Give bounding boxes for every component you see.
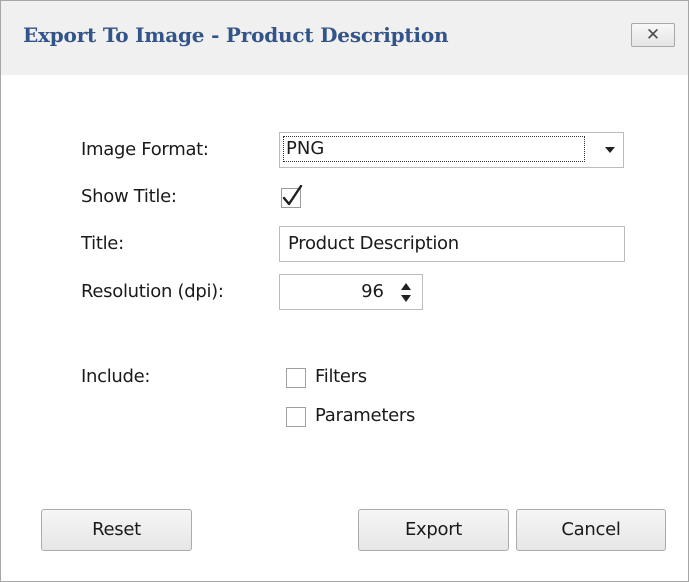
parameters-checkbox[interactable] <box>286 407 306 427</box>
image-format-value: PNG <box>283 136 585 162</box>
title-input[interactable]: Product Description <box>279 226 625 262</box>
reset-button[interactable]: Reset <box>41 509 192 551</box>
resolution-spinner[interactable]: 96 <box>279 274 423 310</box>
image-format-label: Image Format: <box>81 139 209 160</box>
arrow-down-icon[interactable] <box>401 295 411 302</box>
show-title-checkbox[interactable] <box>281 184 305 209</box>
image-format-dropdown[interactable]: PNG <box>279 132 624 168</box>
close-icon: ✕ <box>645 25 661 45</box>
parameters-label[interactable]: Parameters <box>315 405 415 426</box>
filters-label[interactable]: Filters <box>315 366 367 387</box>
filters-checkbox[interactable] <box>286 368 306 388</box>
export-button[interactable]: Export <box>358 509 509 551</box>
dialog-titlebar: Export To Image - Product Description ✕ <box>1 1 688 75</box>
export-dialog: Export To Image - Product Description ✕ … <box>0 0 689 582</box>
resolution-value: 96 <box>361 281 384 302</box>
show-title-label: Show Title: <box>81 186 177 207</box>
chevron-down-icon[interactable] <box>605 147 615 153</box>
resolution-label: Resolution (dpi): <box>81 281 224 302</box>
close-button[interactable]: ✕ <box>631 23 675 47</box>
include-label: Include: <box>81 366 151 387</box>
dialog-title: Export To Image - Product Description <box>23 23 449 47</box>
cancel-button[interactable]: Cancel <box>516 509 666 551</box>
title-label: Title: <box>81 233 124 254</box>
checkmark-icon <box>281 184 303 208</box>
arrow-up-icon[interactable] <box>401 283 411 290</box>
